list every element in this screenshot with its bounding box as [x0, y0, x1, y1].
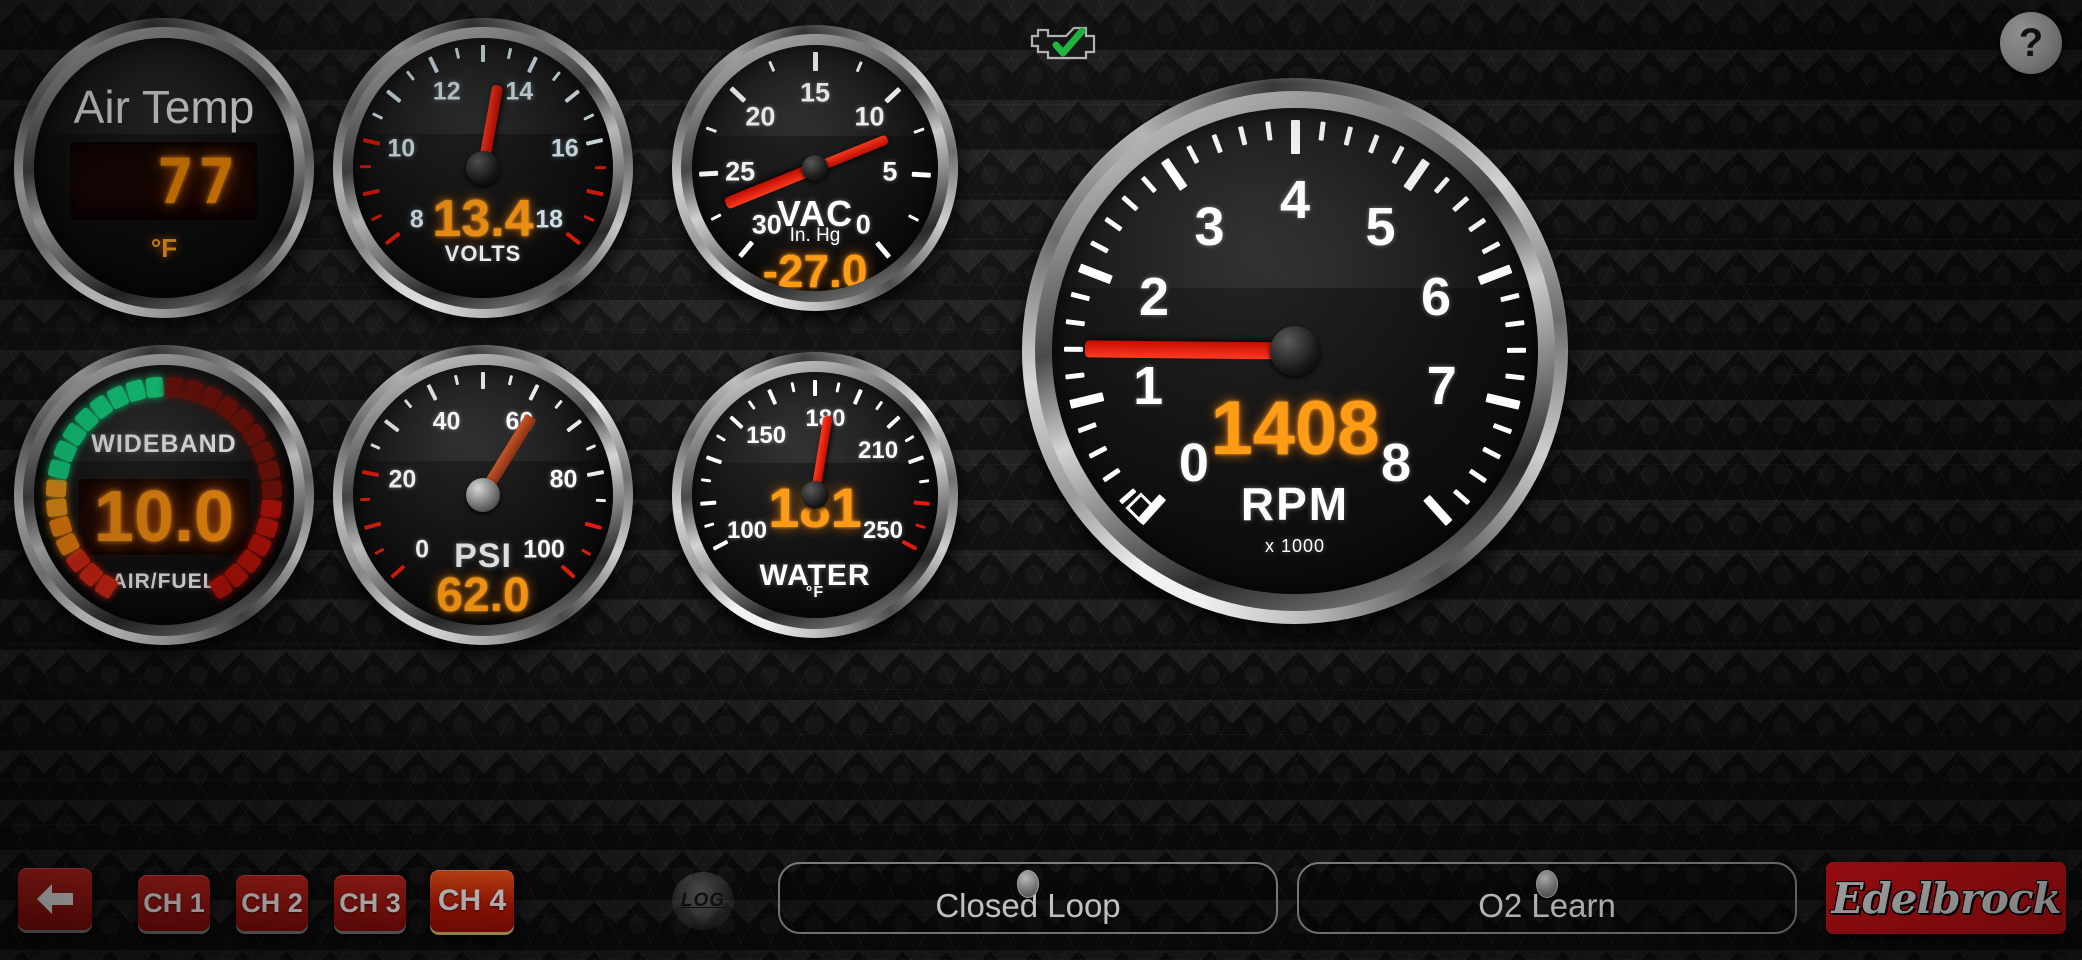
oil-value: 62.0 [436, 568, 530, 622]
back-button[interactable] [18, 868, 92, 930]
tick-label: 3 [1194, 196, 1225, 257]
air-temp-title: Air Temp [73, 80, 255, 133]
tick-label: 12 [432, 77, 461, 106]
vac-value: -27.0 [762, 245, 868, 291]
status-panel-closed-loop[interactable]: Closed Loop [778, 862, 1278, 934]
tick-label: 0 [855, 209, 871, 240]
gauge-oil-pressure[interactable]: PSI 62.0 0 20 40 60 80 100 [333, 345, 633, 645]
tick-label: 6 [1420, 266, 1451, 327]
gauge-vacuum[interactable]: VAC In. Hg -27.0 0 5 10 15 20 25 30 [672, 25, 958, 311]
channel-button-2[interactable]: CH 2 [236, 875, 308, 931]
needle-hub [802, 155, 828, 181]
water-sub-label: °F [805, 583, 825, 601]
tick-label: 7 [1426, 356, 1457, 417]
back-arrow-icon [37, 884, 73, 914]
tick-label: 8 [409, 205, 424, 234]
status-panel-o2-learn[interactable]: O2 Learn [1297, 862, 1797, 934]
needle-hub [466, 151, 500, 185]
brand-logo: Edelbrock [1826, 862, 2066, 934]
gauge-face: PSI 62.0 0 20 40 60 80 100 [353, 365, 613, 625]
needle-hub [466, 478, 500, 512]
tick-label: 2 [1138, 266, 1170, 327]
check-engine-glyph [1030, 26, 1096, 60]
tick-label: 4 [1279, 170, 1311, 230]
tick-label: 14 [505, 77, 534, 106]
brand-label: Edelbrock [1831, 873, 2061, 923]
tick-label: 100 [726, 517, 768, 545]
needle-hub [1270, 326, 1320, 376]
tick-label: 30 [751, 209, 782, 240]
tick-label: 20 [745, 101, 776, 132]
rpm-label: RPM [1240, 478, 1350, 531]
tick-label: 210 [858, 436, 899, 464]
air-temp-value: 77 [156, 144, 240, 218]
tick-label: 16 [550, 134, 579, 163]
gauge-face: 1408 RPM x 1000 01 23456 78 [1052, 108, 1538, 594]
wideband-label: WIDEBAND [91, 430, 237, 458]
tick-label: 18 [535, 205, 564, 234]
needle [1084, 340, 1296, 360]
tick-label: 5 [882, 156, 898, 187]
gauge-volts[interactable]: 13.4 VOLTS 8 10 12 14 16 18 [333, 18, 633, 318]
wideband-value: 10.0 [93, 477, 235, 558]
log-button[interactable]: LOG [672, 872, 734, 930]
channel-label: CH 2 [241, 887, 303, 918]
gauge-water-temp[interactable]: 181 WATER °F 100150180210250 [672, 352, 958, 638]
help-button[interactable]: ? [2000, 12, 2062, 74]
log-label: LOG [680, 890, 726, 911]
channel-button-3[interactable]: CH 3 [334, 875, 406, 931]
volts-value: 13.4 [432, 189, 534, 248]
help-icon: ? [2018, 20, 2044, 65]
gauge-face: WIDEBAND 10.0 AIR/FUEL [8, 300, 320, 625]
tick-label: 150 [746, 421, 787, 449]
tick-label: 10 [387, 134, 416, 163]
tick-label: 25 [725, 156, 756, 187]
channel-button-1[interactable]: CH 1 [138, 875, 210, 931]
rpm-value: 1408 [1210, 386, 1380, 472]
wideband-lcd: 10.0 [78, 477, 250, 557]
tick-label: 5 [1365, 196, 1396, 257]
gauge-air-temp[interactable]: Air Temp 77 °F [14, 18, 314, 318]
status-led [1536, 870, 1558, 898]
gauge-face: Air Temp 77 °F [34, 38, 294, 298]
tick-label: 15 [799, 77, 831, 108]
gauge-tachometer[interactable]: 1408 RPM x 1000 01 23456 78 [1022, 78, 1568, 624]
tick-label: 20 [388, 465, 417, 494]
channel-label: CH 1 [143, 887, 205, 918]
air-temp-unit: °F [150, 233, 178, 263]
channel-button-4[interactable]: CH 4 [430, 870, 514, 932]
gauge-face: 181 WATER °F 100150180210250 [692, 372, 938, 618]
tick-label: 80 [549, 465, 578, 494]
gauge-face: VAC In. Hg -27.0 0 5 10 15 20 25 30 [692, 45, 938, 291]
rpm-sub-label: x 1000 [1264, 535, 1326, 556]
air-temp-lcd: 77 [70, 142, 258, 220]
tick-label: 40 [432, 407, 461, 436]
channel-label: CH 4 [437, 884, 507, 917]
tick-label: 100 [523, 535, 565, 564]
tick-label: 10 [854, 101, 885, 132]
tick-label: 1 [1133, 356, 1164, 417]
gauge-wideband[interactable]: WIDEBAND 10.0 AIR/FUEL [8, 300, 320, 645]
needle-hub [801, 481, 829, 509]
volts-label: VOLTS [444, 240, 522, 266]
wideband-sub-label: AIR/FUEL [111, 570, 217, 594]
channel-label: CH 3 [339, 887, 401, 918]
tick-label: 250 [862, 517, 904, 545]
gauge-face: 13.4 VOLTS 8 10 12 14 16 18 [353, 38, 613, 298]
tick-label: 0 [1178, 433, 1209, 494]
check-engine-icon [1022, 18, 1102, 66]
tick-label: 0 [415, 535, 429, 564]
status-led [1017, 870, 1039, 898]
tick-label: 8 [1381, 433, 1412, 494]
